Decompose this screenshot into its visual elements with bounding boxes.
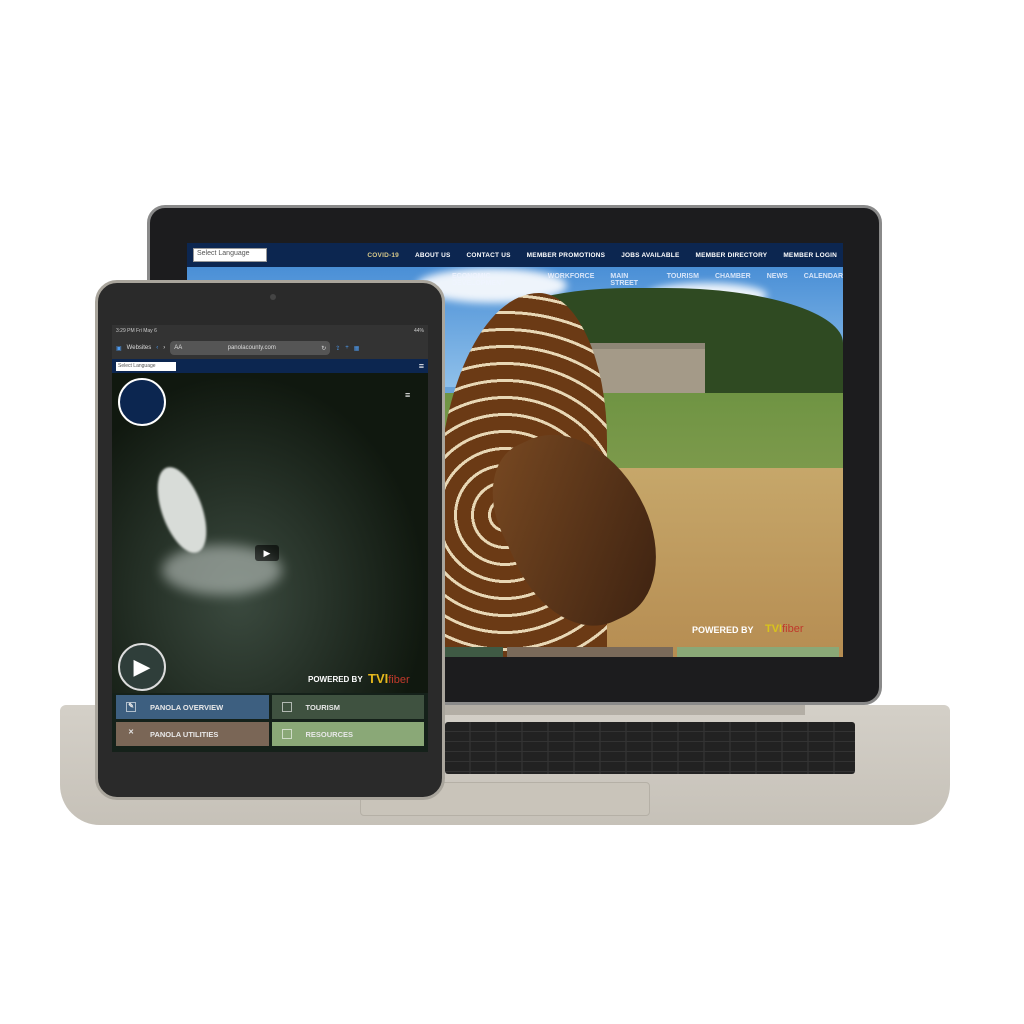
tile-panola-overview[interactable]: ✎ PANOLA OVERVIEW <box>116 695 269 719</box>
bag-icon <box>281 702 292 712</box>
nav-calendar[interactable]: CALENDAR <box>804 273 843 287</box>
tabs-grid-icon[interactable]: ▦ <box>354 345 360 352</box>
tile-label: TOURISM <box>305 702 340 712</box>
main-nav: ECONOMIC DEVELOPMENT WORKFORCE MAIN STRE… <box>452 273 843 287</box>
status-time: 3:29 PM Fri May 6 <box>116 328 157 334</box>
nav-tourism[interactable]: TOURISM <box>667 273 699 287</box>
tab-group-label[interactable]: Websites <box>127 345 152 351</box>
play-icon[interactable]: ▶ <box>255 545 279 561</box>
nav-contact[interactable]: CONTACT US <box>467 252 511 259</box>
nav-member-directory[interactable]: MEMBER DIRECTORY <box>695 252 767 259</box>
audio-play-badge[interactable]: ▶ <box>118 643 166 691</box>
language-select[interactable]: Select Language <box>116 361 176 371</box>
nav-workforce[interactable]: WORKFORCE <box>548 273 595 287</box>
tvi-fiber-logo: TVIfiber <box>368 671 410 686</box>
nav-covid[interactable]: COVID-19 <box>367 252 399 259</box>
nav-jobs[interactable]: JOBS AVAILABLE <box>621 252 679 259</box>
panola-logo[interactable] <box>118 378 166 426</box>
powered-by-label: POWERED BY <box>308 675 363 684</box>
tile-tourism[interactable]: TOURISM <box>271 695 424 719</box>
hero-video <box>112 373 428 693</box>
menu-icon[interactable]: ≡ <box>405 391 410 400</box>
forward-icon[interactable]: › <box>163 345 165 351</box>
tablet-screen: 3:29 PM Fri May 6 44% ▣ Websites ‹ › AA … <box>112 325 428 752</box>
tile-label: PANOLA UTILITIES <box>150 729 219 739</box>
powered-by-label: POWERED BY <box>692 625 754 635</box>
new-tab-icon[interactable]: + <box>345 345 349 351</box>
nav-member-login[interactable]: MEMBER LOGIN <box>783 252 837 259</box>
nav-main-street[interactable]: MAIN STREET <box>610 273 650 287</box>
reader-aa[interactable]: AA <box>174 345 182 351</box>
tile-tourism[interactable] <box>437 647 503 657</box>
nav-news[interactable]: NEWS <box>767 273 788 287</box>
sidebar-icon[interactable]: ▣ <box>116 345 122 352</box>
tile-row <box>437 647 843 657</box>
nav-economic-development[interactable]: ECONOMIC DEVELOPMENT <box>452 273 532 287</box>
share-icon[interactable]: ⇪ <box>335 345 340 352</box>
back-icon[interactable]: ‹ <box>156 345 158 351</box>
battery: 44% <box>413 328 424 334</box>
brand-fiber: fiber <box>782 623 804 635</box>
brand-tvi: TVI <box>765 623 783 635</box>
tile-label: PANOLA OVERVIEW <box>150 702 224 712</box>
language-select[interactable]: Select Language <box>193 248 267 262</box>
clipboard-icon: ✎ <box>126 702 136 712</box>
nav-member-promotions[interactable]: MEMBER PROMOTIONS <box>527 252 606 259</box>
site-top-bar: Select Language ≡ <box>112 359 428 373</box>
status-bar: 3:29 PM Fri May 6 44% <box>112 325 428 337</box>
barn <box>587 343 705 395</box>
tile-resources[interactable]: RESOURCES <box>271 722 424 746</box>
browser-toolbar: ▣ Websites ‹ › AA panolacounty.com ↻ ⇪ +… <box>112 337 428 359</box>
tile-grid: ✎ PANOLA OVERVIEW TOURISM ✕ PANOLA UTILITI… <box>116 695 424 746</box>
tools-icon: ✕ <box>128 729 134 736</box>
nav-chamber[interactable]: CHAMBER <box>715 273 751 287</box>
reload-icon[interactable]: ↻ <box>321 345 326 352</box>
tvi-fiber-logo: TVIfiber <box>765 623 804 635</box>
tile-utilities[interactable] <box>507 647 673 657</box>
address-bar[interactable]: AA panolacounty.com ↻ <box>170 341 331 355</box>
tile-resources[interactable] <box>677 647 839 657</box>
tile-label: RESOURCES <box>305 729 354 739</box>
laptop-keyboard <box>445 722 855 774</box>
menu-icon[interactable]: ≡ <box>419 361 424 371</box>
brand-fiber: fiber <box>388 674 410 686</box>
url-text: panolacounty.com <box>227 345 276 351</box>
tablet-icon <box>281 729 292 739</box>
laptop-hinge <box>445 705 805 715</box>
tile-panola-utilities[interactable]: ✕ PANOLA UTILITIES <box>116 722 269 746</box>
top-bar: Select Language COVID-19 ABOUT US CONTAC… <box>187 243 843 267</box>
brand-tvi: TVI <box>368 671 389 686</box>
camera <box>270 294 276 300</box>
top-nav: COVID-19 ABOUT US CONTACT US MEMBER PROM… <box>367 252 843 259</box>
nav-about[interactable]: ABOUT US <box>415 252 451 259</box>
